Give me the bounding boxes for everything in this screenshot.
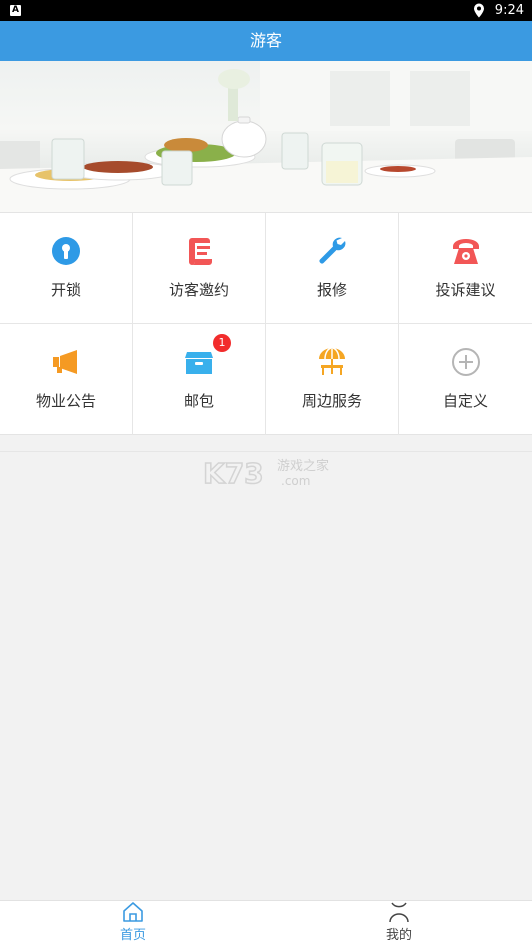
bottom-tab-bar: 首页 我的 <box>0 900 532 945</box>
profile-icon <box>389 902 409 923</box>
grid-item-visitor-invite[interactable]: 访客邀约 <box>133 213 266 324</box>
grid-item-custom[interactable]: 自定义 <box>399 324 532 435</box>
tab-profile[interactable]: 我的 <box>266 901 532 945</box>
svg-text:K73: K73 <box>203 457 264 489</box>
telephone-icon <box>452 239 479 264</box>
banner-image <box>0 61 532 212</box>
wrench-icon <box>319 237 346 264</box>
grid-item-label: 报修 <box>316 281 347 299</box>
parcel-box-icon <box>185 352 213 374</box>
section-divider <box>0 451 532 452</box>
title-bar: 游客 <box>0 21 532 61</box>
megaphone-icon <box>53 350 77 374</box>
location-icon <box>474 3 484 18</box>
visitor-pass-icon <box>189 238 212 265</box>
grid-item-unlock[interactable]: 开锁 <box>0 213 133 324</box>
grid-item-label: 周边服务 <box>301 392 362 410</box>
tab-profile-label: 我的 <box>385 928 412 943</box>
grid-item-label: 访客邀约 <box>168 281 229 299</box>
grid-item-nearby[interactable]: 周边服务 <box>266 324 399 435</box>
svg-text:.com: .com <box>281 474 310 488</box>
grid-item-complaint[interactable]: 投诉建议 <box>399 213 532 324</box>
keyhole-icon <box>52 237 80 265</box>
grid-item-label: 自定义 <box>442 392 488 410</box>
tab-home-label: 首页 <box>119 928 146 943</box>
grid-item-repair[interactable]: 报修 <box>266 213 399 324</box>
k73-watermark-logo: K73 游戏之家 .com <box>203 456 329 489</box>
grid-item-label: 开锁 <box>50 281 81 299</box>
parcel-count-badge: 1 <box>213 334 231 352</box>
svg-text:游戏之家: 游戏之家 <box>277 458 329 474</box>
market-stall-icon <box>319 347 345 375</box>
grid-item-label: 邮包 <box>183 392 214 410</box>
grid-item-label: 物业公告 <box>35 392 96 410</box>
banner-carousel[interactable] <box>0 61 532 212</box>
status-bar: A 9:24 <box>0 0 532 21</box>
page-title: 游客 <box>249 31 282 50</box>
grid-item-parcel[interactable]: 1 邮包 <box>133 324 266 435</box>
grid-item-label: 投诉建议 <box>435 281 496 299</box>
add-circle-icon <box>451 348 480 376</box>
home-icon <box>123 902 143 922</box>
service-grid: 开锁 访客邀约 报修 投诉建议 物业公告 1 邮包 周边服务 自定义 <box>0 212 532 435</box>
grid-item-notice[interactable]: 物业公告 <box>0 324 133 435</box>
notification-a-icon: A <box>10 5 21 16</box>
tab-home[interactable]: 首页 <box>0 901 266 945</box>
status-time: 9:24 <box>494 3 524 18</box>
